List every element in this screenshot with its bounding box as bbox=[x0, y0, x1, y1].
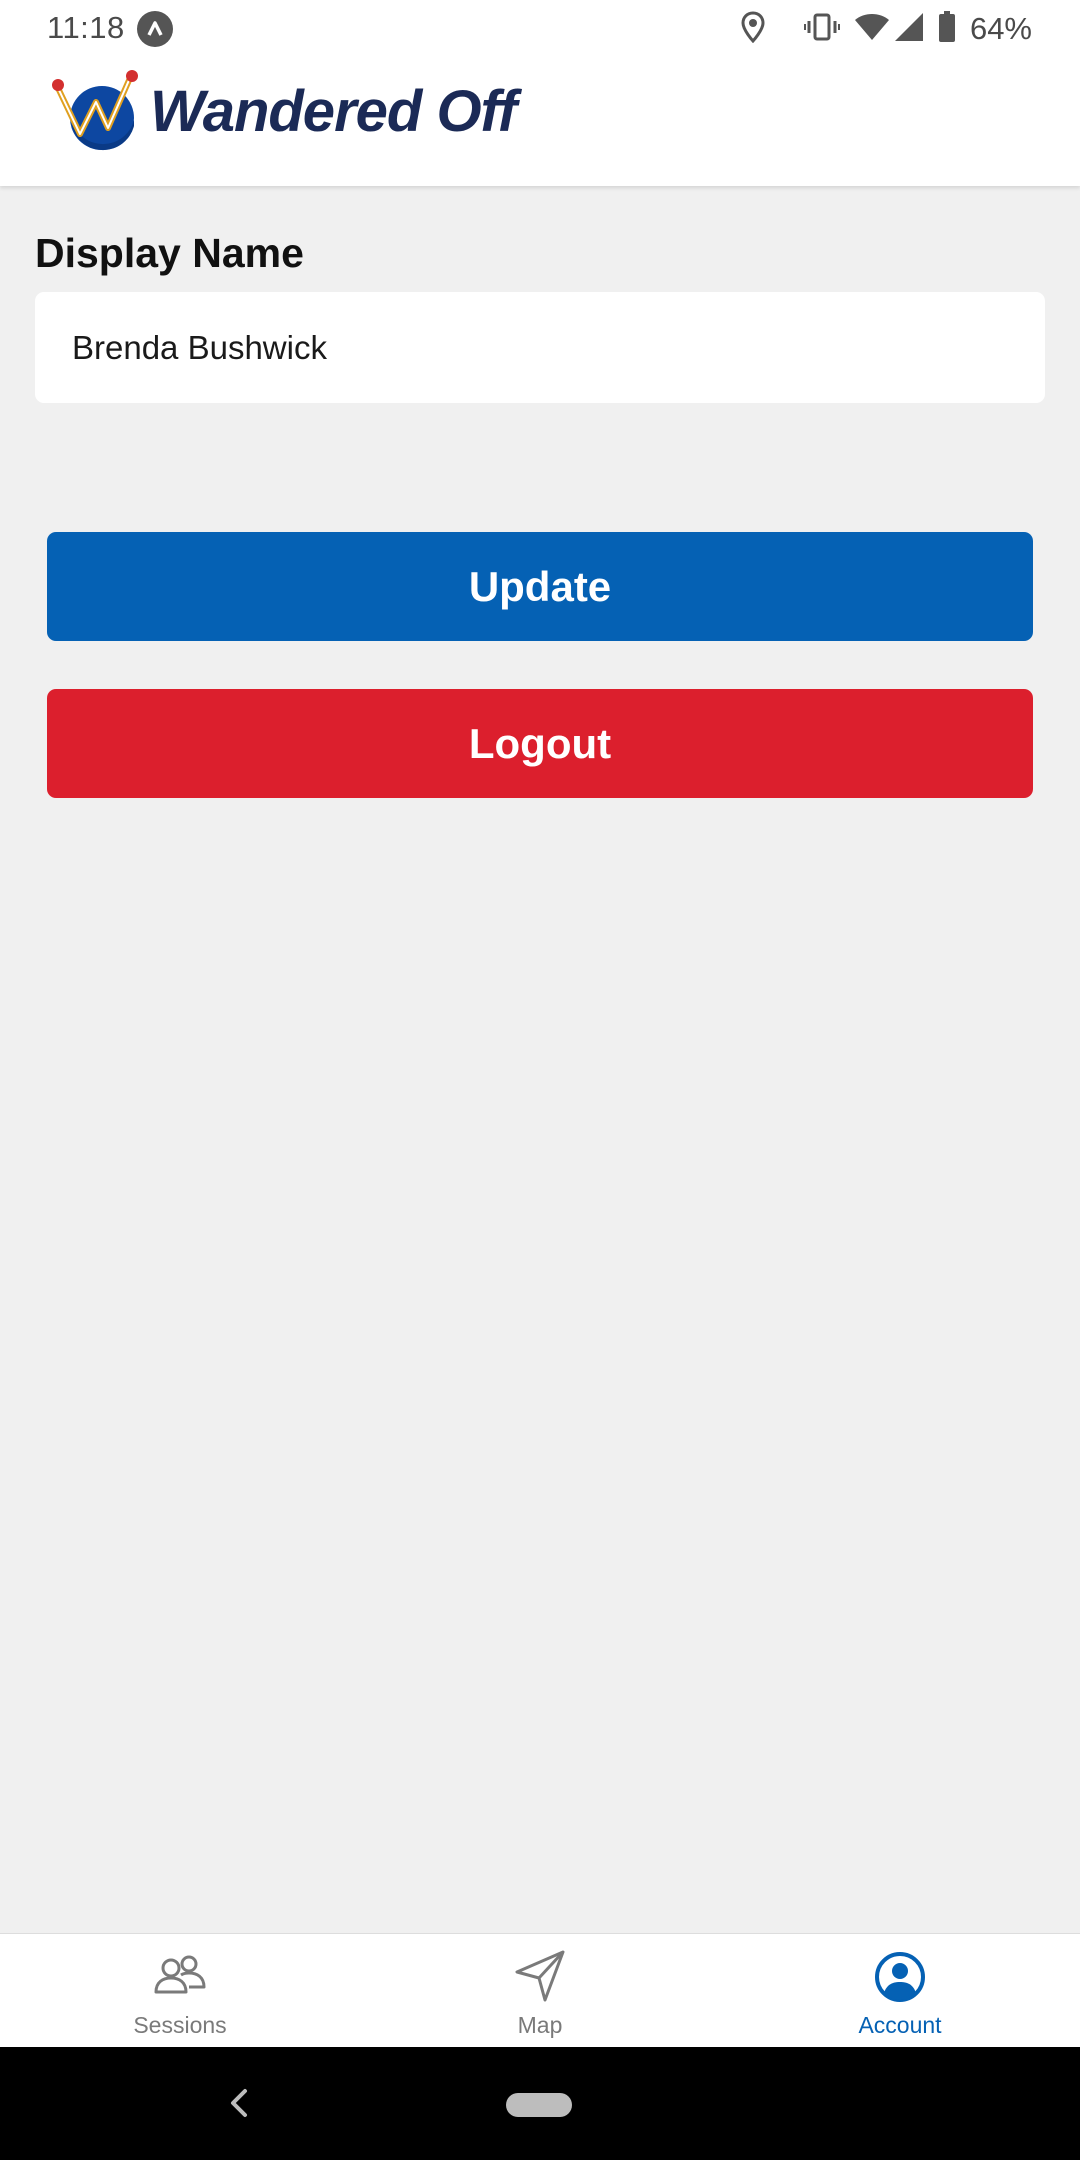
back-icon[interactable] bbox=[220, 2083, 260, 2123]
tab-account-label: Account bbox=[858, 2012, 942, 2038]
system-navigation-bar bbox=[0, 2047, 1080, 2160]
app-notification-icon bbox=[137, 11, 173, 47]
account-circle-icon bbox=[875, 1952, 925, 2002]
display-name-label: Display Name bbox=[35, 230, 304, 276]
wifi-icon bbox=[854, 12, 890, 47]
tab-account[interactable]: Account bbox=[720, 1934, 1080, 2048]
vibrate-icon bbox=[803, 12, 840, 47]
location-icon bbox=[740, 10, 766, 48]
bottom-tab-bar: Sessions Map Account bbox=[0, 1933, 1080, 2048]
tab-map-label: Map bbox=[517, 2012, 563, 2038]
brand-name: Wandered Off bbox=[150, 78, 517, 144]
tab-sessions-label: Sessions bbox=[133, 2012, 227, 2038]
update-button[interactable]: Update bbox=[47, 532, 1033, 641]
cell-signal-icon bbox=[894, 12, 924, 47]
app-header: 11:18 64% Wandered Off bbox=[0, 0, 1080, 186]
logout-button[interactable]: Logout bbox=[47, 689, 1033, 798]
brand: Wandered Off bbox=[50, 66, 517, 156]
status-bar: 11:18 64% bbox=[0, 0, 1080, 58]
display-name-input[interactable] bbox=[35, 292, 1045, 403]
status-time: 11:18 bbox=[47, 10, 125, 45]
tab-map[interactable]: Map bbox=[360, 1934, 720, 2048]
account-screen: 11:18 64% Wandered Off Display Name Bren… bbox=[0, 0, 1080, 2160]
people-icon bbox=[154, 1955, 206, 1994]
home-pill-button[interactable] bbox=[506, 2093, 572, 2117]
battery-icon bbox=[938, 10, 956, 48]
navigation-arrow-icon bbox=[515, 1950, 565, 2002]
status-icons: 64% bbox=[740, 10, 1032, 48]
tab-sessions[interactable]: Sessions bbox=[0, 1934, 360, 2048]
wandered-off-logo-icon bbox=[52, 70, 138, 151]
battery-percent: 64% bbox=[969, 11, 1032, 46]
